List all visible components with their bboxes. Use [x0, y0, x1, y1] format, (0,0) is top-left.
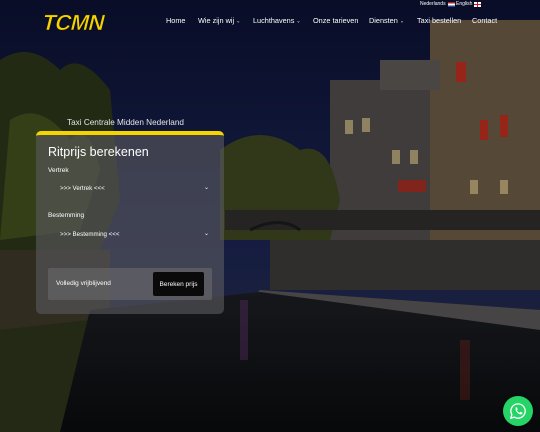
nav-contact[interactable]: Contact: [472, 16, 497, 25]
nav-taxi-bestellen[interactable]: Taxi bestellen: [417, 16, 461, 25]
nav-label: Wie zijn wij: [198, 16, 235, 25]
nav-diensten[interactable]: Diensten ⌄: [369, 16, 404, 25]
nav-label: Luchthavens: [253, 16, 295, 25]
lang-label-en: English: [456, 1, 473, 7]
departure-value: >>> Vertrek <<<: [60, 184, 105, 192]
calculator-footer: Volledig vrijblijvend Bereken prijs: [48, 268, 212, 300]
netherlands-flag-icon: [447, 1, 455, 7]
nav-label: Onze tarieven: [313, 16, 359, 25]
language-en[interactable]: English: [456, 1, 482, 7]
departure-select[interactable]: >>> Vertrek <<< ⌄: [48, 180, 212, 196]
site-header: TCMN Nederlands English Home Wie zijn wi…: [0, 0, 540, 44]
nav-label: Taxi bestellen: [417, 16, 462, 25]
svg-text:TCMN: TCMN: [40, 10, 107, 34]
chevron-down-icon: ⌄: [203, 185, 209, 191]
lang-label-nl: Nederlands: [420, 1, 446, 7]
nav-onze-tarieven[interactable]: Onze tarieven: [313, 16, 358, 25]
nav-label: Contact: [472, 16, 498, 25]
nav-luchthavens[interactable]: Luchthavens ⌄: [253, 16, 301, 25]
nav-wie-zijn-wij[interactable]: Wie zijn wij ⌄: [198, 16, 240, 25]
departure-label: Vertrek: [48, 167, 69, 174]
destination-value: >>> Bestemming <<<: [60, 230, 120, 238]
language-nl[interactable]: Nederlands: [420, 1, 455, 7]
chevron-down-icon: ⌄: [399, 18, 405, 24]
nav-home[interactable]: Home: [166, 16, 185, 25]
chevron-down-icon: ⌄: [296, 18, 301, 24]
destination-select[interactable]: >>> Bestemming <<< ⌄: [48, 226, 212, 242]
whatsapp-icon: [509, 403, 526, 420]
hero-tagline: Taxi Centrale Midden Nederland: [67, 118, 184, 127]
chevron-down-icon: ⌄: [203, 231, 209, 237]
price-calculator-card: Ritprijs berekenen Vertrek >>> Vertrek <…: [36, 131, 224, 314]
calculate-price-button[interactable]: Bereken prijs: [153, 272, 204, 296]
whatsapp-button[interactable]: [503, 396, 533, 426]
no-obligation-notice: Volledig vrijblijvend: [56, 280, 111, 287]
destination-label: Bestemming: [48, 212, 85, 219]
nav-label: Diensten: [369, 16, 398, 25]
calculator-title: Ritprijs berekenen: [48, 145, 149, 159]
chevron-down-icon: ⌄: [236, 18, 241, 24]
nav-label: Home: [166, 16, 186, 25]
uk-flag-icon: [474, 1, 482, 7]
tcmn-logo[interactable]: TCMN: [39, 10, 116, 35]
